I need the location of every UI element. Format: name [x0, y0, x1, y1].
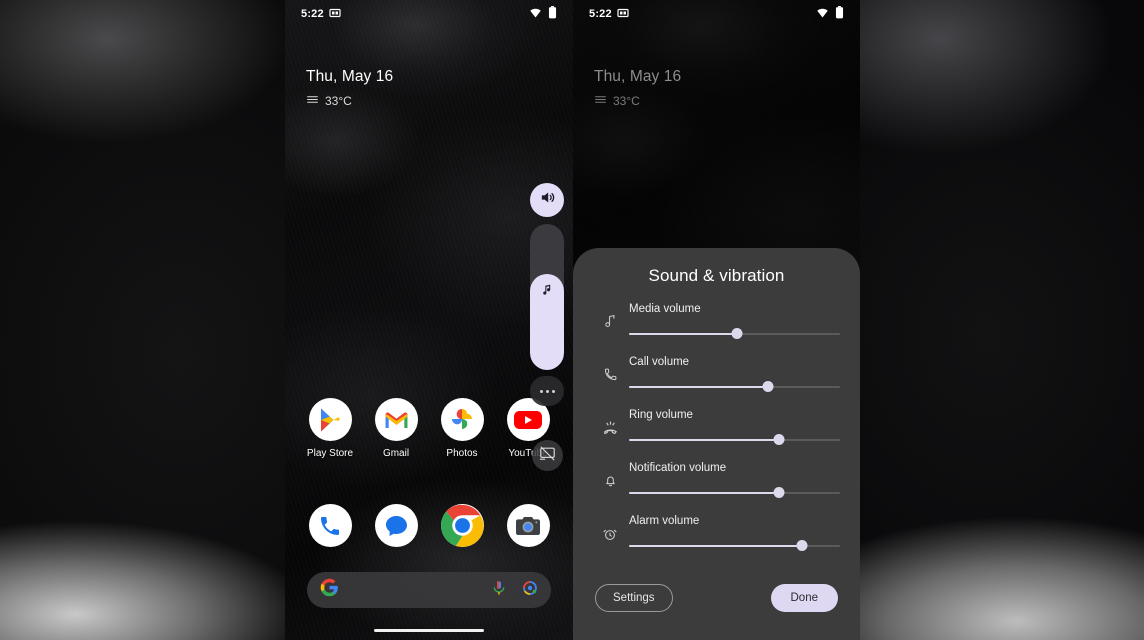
ring-volume-icon — [595, 408, 625, 437]
camera-icon — [506, 504, 550, 547]
backdrop-blur-left — [0, 0, 300, 640]
play-store-icon — [308, 398, 352, 441]
wifi-icon — [529, 7, 542, 22]
alarm-volume-slider[interactable] — [629, 540, 840, 552]
slider-row-ring-volume: Ring volume — [595, 408, 840, 461]
app-gmail[interactable]: Gmail — [365, 398, 427, 459]
status-bar-clock: 5:22 — [589, 8, 612, 20]
slider-track-active — [629, 439, 779, 441]
slider-label: Notification volume — [629, 462, 727, 474]
weather-row[interactable]: 33°C — [306, 93, 393, 109]
slider-label: Call volume — [629, 356, 690, 368]
screenshot-icon — [617, 7, 629, 22]
settings-button[interactable]: Settings — [595, 584, 673, 612]
backdrop-blur-right — [860, 0, 1144, 640]
volume-settings-button[interactable] — [530, 376, 564, 406]
screenshot-stage: 5:22 Thu, May 16 33°C Play Store Gmail P… — [0, 0, 1144, 640]
battery-icon — [835, 6, 844, 22]
slider-row-call-volume: Call volume — [595, 355, 840, 408]
chrome-icon — [440, 504, 484, 547]
volume-slider-fill — [530, 273, 564, 370]
phone-icon — [308, 504, 352, 547]
volume-up-icon — [539, 189, 556, 211]
volume-rocker-panel — [530, 183, 564, 406]
slider-track-active — [629, 545, 803, 547]
slider-label: Media volume — [629, 303, 701, 315]
slider-row-media-volume: Media volume — [595, 302, 840, 355]
status-bar: 5:22 — [573, 0, 860, 28]
gmail-icon — [374, 398, 418, 441]
haze-icon — [594, 93, 607, 109]
cast-toggle-button[interactable] — [532, 440, 563, 471]
phone-call-icon — [595, 355, 625, 382]
alarm-clock-icon — [595, 514, 625, 542]
slider-label: Alarm volume — [629, 515, 700, 527]
google-lens-icon[interactable] — [522, 580, 538, 601]
haze-icon — [306, 93, 319, 109]
slider-track-active — [629, 492, 779, 494]
slider-thumb[interactable] — [762, 381, 774, 392]
battery-icon — [548, 6, 557, 22]
screenshot-icon — [329, 7, 341, 22]
app-play-store[interactable]: Play Store — [299, 398, 361, 459]
slider-thumb[interactable] — [773, 434, 785, 445]
media-volume-slider[interactable] — [629, 328, 840, 340]
slider-track-active — [629, 333, 737, 335]
app-grid-row-1: Play Store Gmail Photos YouTube — [285, 398, 573, 459]
google-photos-icon — [440, 398, 484, 441]
app-label: Play Store — [306, 448, 354, 459]
slider-thumb[interactable] — [731, 328, 743, 339]
widget-date: Thu, May 16 — [594, 68, 682, 85]
sound-and-vibration-dialog: Sound & vibration Media volume Call volu… — [573, 248, 860, 640]
dialog-title: Sound & vibration — [648, 266, 785, 285]
weather-row[interactable]: 33°C — [594, 93, 681, 109]
status-bar: 5:22 — [285, 0, 573, 28]
volume-slider-list: Media volume Call volume Ring volume Not… — [573, 302, 860, 567]
clock-widget[interactable]: Thu, May 16 33°C — [306, 68, 393, 109]
slider-row-notification-volume: Notification volume — [595, 461, 840, 514]
overflow-menu-icon — [539, 389, 555, 393]
microphone-icon[interactable] — [491, 580, 507, 601]
widget-date: Thu, May 16 — [306, 68, 394, 85]
slider-row-alarm-volume: Alarm volume — [595, 514, 840, 567]
slider-label: Ring volume — [629, 409, 693, 421]
app-chrome[interactable] — [431, 504, 493, 547]
status-bar-clock: 5:22 — [301, 8, 324, 20]
messages-icon — [374, 504, 418, 547]
call-volume-slider[interactable] — [629, 381, 840, 393]
volume-slider[interactable] — [530, 224, 564, 370]
music-note-icon — [595, 302, 625, 329]
slider-track-active — [629, 386, 769, 388]
done-button[interactable]: Done — [770, 584, 838, 612]
cast-off-icon — [539, 445, 556, 467]
slider-thumb[interactable] — [796, 540, 808, 551]
slider-thumb[interactable] — [773, 487, 785, 498]
volume-mute-toggle-button[interactable] — [530, 183, 564, 217]
app-photos[interactable]: Photos — [431, 398, 493, 459]
weather-temperature: 33°C — [325, 94, 352, 108]
dock-row — [285, 504, 573, 547]
gesture-nav-bar[interactable] — [374, 628, 484, 632]
google-g-icon — [320, 578, 339, 602]
notification-volume-slider[interactable] — [629, 487, 840, 499]
clock-widget[interactable]: Thu, May 16 33°C — [594, 68, 681, 109]
music-note-icon — [541, 283, 554, 301]
app-label: Photos — [446, 448, 478, 459]
ring-volume-slider[interactable] — [629, 434, 840, 446]
app-messages[interactable] — [365, 504, 427, 547]
app-camera[interactable] — [497, 504, 559, 547]
weather-temperature: 33°C — [613, 94, 640, 108]
app-label: Gmail — [382, 448, 410, 459]
wifi-icon — [816, 7, 829, 22]
bell-icon — [595, 461, 625, 488]
app-phone[interactable] — [299, 504, 361, 547]
google-search-bar[interactable] — [307, 572, 551, 608]
dialog-actions: Settings Done — [573, 584, 860, 612]
